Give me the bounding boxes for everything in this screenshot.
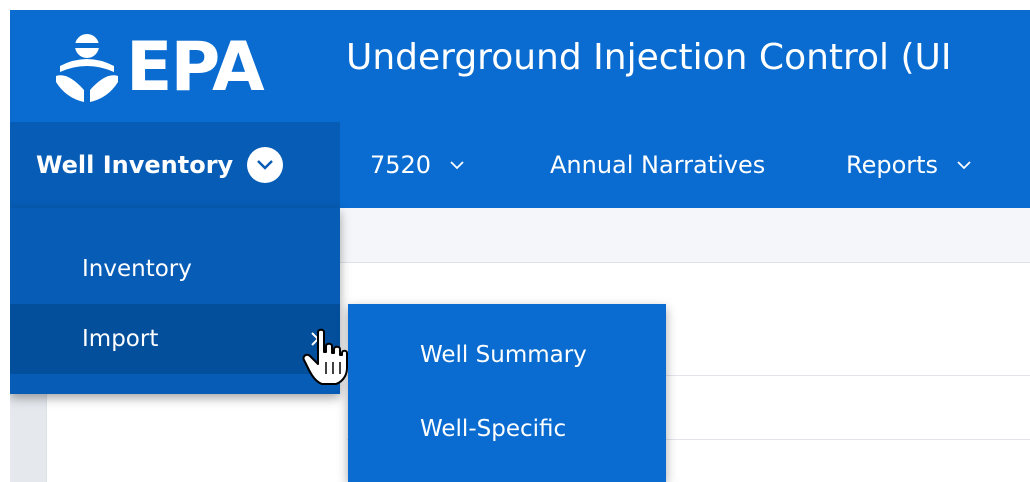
import-submenu: Well Summary Well-Specific bbox=[348, 304, 666, 482]
nav-annual-narratives[interactable]: Annual Narratives bbox=[550, 122, 765, 208]
app-window: EPA Underground Injection Control (UI We… bbox=[10, 10, 1030, 482]
nav-reports[interactable]: Reports bbox=[846, 122, 972, 208]
logo-text: EPA bbox=[126, 28, 265, 107]
epa-seal-icon bbox=[56, 34, 118, 102]
epa-logo[interactable]: EPA bbox=[54, 28, 265, 108]
nav-7520[interactable]: 7520 bbox=[370, 122, 465, 208]
chevron-down-icon bbox=[956, 160, 972, 170]
submenu-item-well-summary[interactable]: Well Summary bbox=[420, 342, 587, 368]
hand-cursor-icon bbox=[302, 328, 348, 385]
nav-label: 7520 bbox=[370, 151, 432, 179]
menu-item-label: Import bbox=[82, 326, 159, 352]
submenu-item-well-specific[interactable]: Well-Specific bbox=[420, 416, 566, 442]
nav-well-inventory[interactable]: Well Inventory bbox=[10, 122, 340, 208]
nav-label: Reports bbox=[846, 151, 939, 179]
menu-item-inventory[interactable]: Inventory bbox=[10, 234, 340, 304]
app-title: Underground Injection Control (UI bbox=[346, 37, 952, 78]
nav-label: Well Inventory bbox=[36, 151, 234, 179]
main-nav: Well Inventory 7520 Annual Narratives Re… bbox=[10, 122, 1030, 208]
app-header: EPA Underground Injection Control (UI bbox=[10, 10, 1030, 122]
menu-item-import[interactable]: Import bbox=[10, 304, 340, 374]
chevron-down-icon[interactable] bbox=[247, 147, 284, 183]
nav-label: Annual Narratives bbox=[550, 151, 766, 179]
chevron-down-icon bbox=[449, 160, 465, 170]
well-inventory-dropdown: Inventory Import bbox=[10, 208, 340, 394]
menu-item-label: Inventory bbox=[82, 256, 192, 282]
